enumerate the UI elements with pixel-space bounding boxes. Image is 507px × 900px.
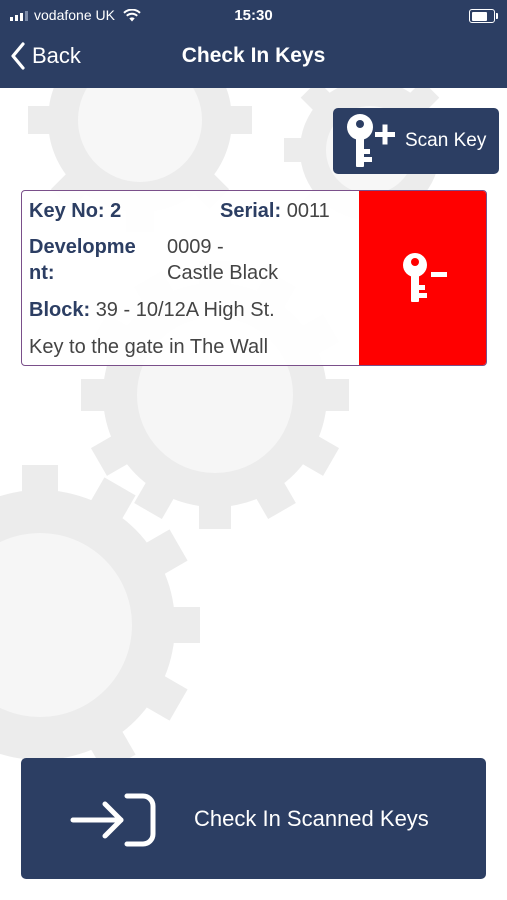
status-bar: vodafone UK 15:30 [0, 0, 507, 32]
key-card: Key No: 2 Serial: 0011 Developme nt: 000… [21, 190, 487, 366]
battery-icon [469, 9, 498, 23]
block-value: 39 - 10/12A High St. [95, 299, 275, 321]
battery-level-fill [471, 11, 487, 21]
key-no-label: Key No: [29, 200, 105, 222]
scan-key-button[interactable]: Scan Key [333, 108, 499, 174]
development-value: 0009 - Castle Black [167, 236, 278, 285]
check-in-label: Check In Scanned Keys [194, 806, 429, 831]
status-time: 15:30 [234, 7, 273, 24]
serial-value: 0011 [286, 200, 330, 222]
serial-label: Serial: [220, 200, 282, 222]
back-label: Back [32, 43, 81, 68]
check-in-scanned-keys-button[interactable]: Check In Scanned Keys [21, 758, 486, 879]
key-description: Key to the gate in The Wall [29, 336, 269, 358]
key-plus-icon [347, 114, 395, 167]
scan-key-label: Scan Key [405, 130, 487, 151]
remove-key-button[interactable] [359, 191, 486, 365]
development-value-line-2: Castle Black [167, 262, 279, 284]
app-header: vodafone UK 15:30 Back Check In Keys [0, 0, 507, 88]
block-row: Block: 39 - 10/12A High St. [29, 299, 275, 322]
key-minus-icon [402, 253, 447, 302]
development-label: Developme nt: [29, 236, 136, 285]
chevron-left-icon [11, 42, 25, 70]
key-number-row: Key No: 2 [29, 200, 121, 223]
back-button[interactable]: Back [10, 42, 81, 70]
sign-in-arrow-icon [70, 793, 156, 847]
development-value-line-1: 0009 - [167, 236, 224, 258]
serial-row: Serial: 0011 [220, 200, 330, 223]
nav-bar: Back Check In Keys [0, 34, 507, 82]
development-label-line-2: nt: [29, 262, 55, 284]
key-card-details: Key No: 2 Serial: 0011 Developme nt: 000… [22, 191, 358, 365]
key-no-value: 2 [110, 200, 122, 222]
block-label: Block: [29, 299, 91, 321]
development-label-line-1: Developme [29, 236, 136, 258]
